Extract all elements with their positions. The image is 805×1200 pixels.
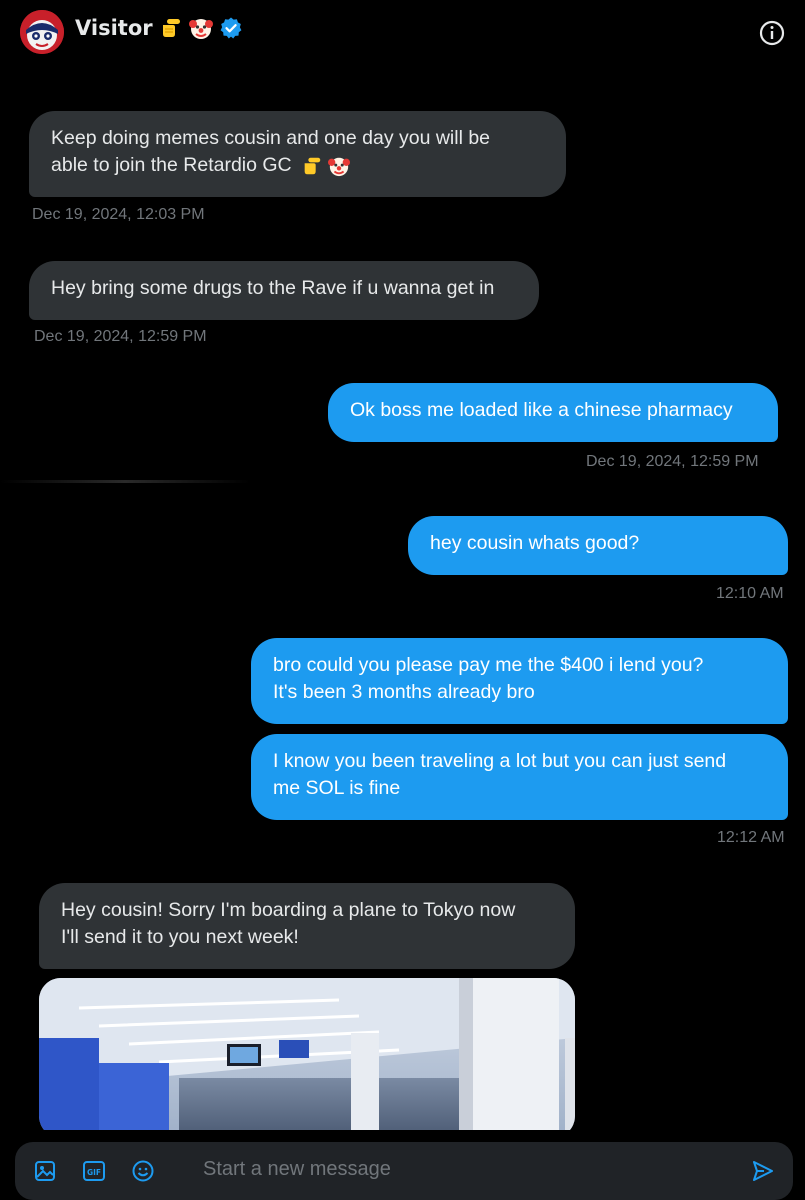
send-icon[interactable] (751, 1159, 775, 1183)
message-text: Hey bring some drugs to the Rave if u wa… (51, 277, 495, 299)
emoji-icon[interactable] (131, 1159, 155, 1183)
message-bubble[interactable]: Hey bring some drugs to the Rave if u wa… (29, 261, 539, 320)
message-bubble[interactable]: I know you been traveling a lot but you … (251, 734, 788, 820)
header-title[interactable]: Visitor (75, 16, 243, 40)
message-text-line: Keep doing memes cousin and one day you … (51, 127, 491, 149)
message-text-line: bro could you please pay me the $400 i l… (273, 654, 704, 676)
info-icon[interactable] (758, 19, 786, 47)
divider (0, 480, 250, 483)
message-text-line: It's been 3 months already bro (273, 681, 535, 703)
message-timestamp: Dec 19, 2024, 12:03 PM (32, 206, 205, 223)
message-text-line: me SOL is fine (273, 777, 401, 799)
message-text: Ok boss me loaded like a chinese pharmac… (350, 399, 733, 421)
image-attachment[interactable] (39, 978, 575, 1138)
composer-bar: GIF Start a new message (0, 1130, 805, 1200)
image-icon[interactable] (33, 1159, 57, 1183)
message-bubble[interactable]: Hey cousin! Sorry I'm boarding a plane t… (39, 883, 575, 969)
pointing-hand-emoji (159, 16, 183, 40)
avatar[interactable] (20, 10, 64, 54)
clown-face-emoji (328, 155, 351, 177)
message-text-line: I know you been traveling a lot but you … (273, 750, 727, 772)
svg-text:GIF: GIF (87, 1168, 101, 1177)
clown-face-emoji (188, 16, 213, 40)
message-bubble[interactable]: Ok boss me loaded like a chinese pharmac… (328, 383, 778, 442)
message-text: hey cousin whats good? (430, 532, 640, 554)
message-bubble[interactable]: Keep doing memes cousin and one day you … (29, 111, 566, 197)
contact-name: Visitor (75, 16, 153, 40)
gif-icon[interactable]: GIF (82, 1159, 106, 1183)
message-bubble[interactable]: bro could you please pay me the $400 i l… (251, 638, 788, 724)
conversation-header: Visitor (0, 0, 805, 64)
pointing-hand-emoji (301, 155, 323, 177)
message-composer: GIF Start a new message (15, 1142, 793, 1200)
message-timestamp: 12:12 AM (717, 829, 785, 846)
message-text-line: I'll send it to you next week! (61, 926, 299, 948)
message-timestamp: 12:10 AM (716, 585, 784, 602)
message-timestamp: Dec 19, 2024, 12:59 PM (586, 453, 759, 470)
message-input[interactable]: Start a new message (203, 1158, 391, 1181)
verified-icon (219, 16, 243, 40)
message-bubble[interactable]: hey cousin whats good? (408, 516, 788, 575)
message-text-line: able to join the Retardio GC (51, 154, 292, 176)
message-text-line: Hey cousin! Sorry I'm boarding a plane t… (61, 899, 516, 921)
message-timestamp: Dec 19, 2024, 12:59 PM (34, 328, 207, 345)
